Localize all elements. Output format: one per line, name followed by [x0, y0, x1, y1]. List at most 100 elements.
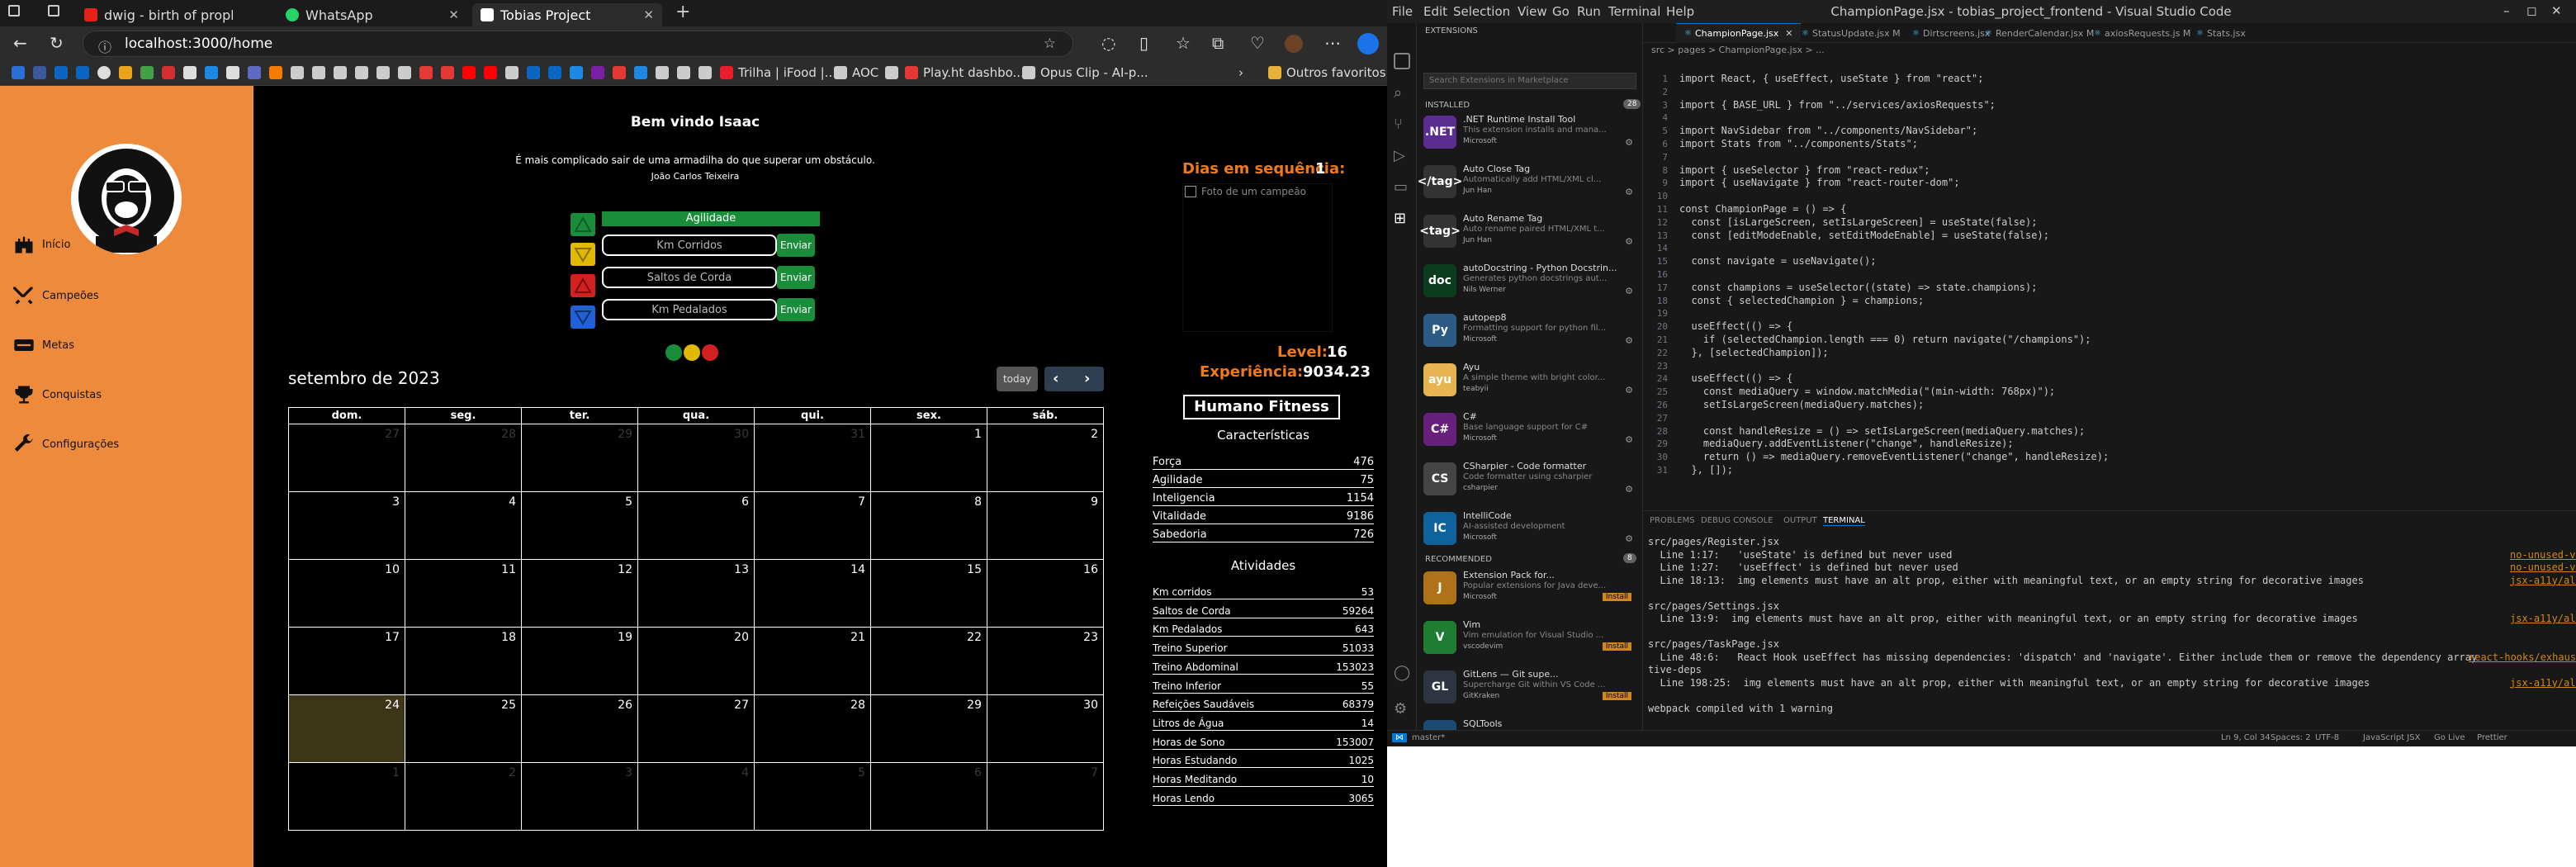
chevron-right-icon[interactable]: ›: [1238, 65, 1243, 80]
reload-icon[interactable]: ↻: [50, 33, 64, 53]
calendar-today-button[interactable]: today: [997, 367, 1038, 391]
extension-item[interactable]: ayu Ayu A simple theme with bright color..…: [1423, 362, 1636, 410]
bookmark-icon[interactable]: [398, 66, 411, 79]
bookmark-icon[interactable]: [505, 66, 519, 79]
bookmark-icon[interactable]: [613, 66, 626, 79]
source-control-icon[interactable]: ⑂: [1394, 116, 1403, 133]
bookmark-icon[interactable]: [140, 66, 154, 79]
calendar-day-cell[interactable]: 23: [987, 627, 1104, 695]
calendar-day-cell[interactable]: 6: [870, 762, 987, 831]
workspaces-icon[interactable]: [48, 5, 59, 17]
calendar-day-cell[interactable]: 17: [288, 627, 405, 695]
calendar-day-cell[interactable]: 28: [405, 424, 522, 492]
calendar-day-cell[interactable]: 10: [288, 559, 405, 628]
gear-icon[interactable]: ⚙: [1625, 236, 1633, 247]
menu-go[interactable]: Go: [1552, 4, 1570, 19]
close-tab-icon[interactable]: ✕: [1785, 28, 1792, 39]
address-bar[interactable]: ⓘ localhost:3000/home ☆: [83, 31, 1073, 57]
favorite-icon[interactable]: ☆: [1044, 36, 1056, 52]
sidebar-item-achievements[interactable]: Conquistas: [12, 383, 102, 406]
extensions-icon[interactable]: ⊞: [1394, 210, 1406, 227]
calendar-day-cell[interactable]: 24: [288, 694, 405, 763]
bookmark-icon[interactable]: [33, 66, 46, 79]
gear-icon[interactable]: ⚙: [1625, 187, 1633, 197]
panel-tab-problems[interactable]: PROBLEMS: [1650, 516, 1695, 525]
tab-actions-icon[interactable]: [8, 5, 20, 17]
close-tab-icon[interactable]: ✕: [643, 7, 654, 22]
browser-essentials-icon[interactable]: ♡: [1250, 33, 1265, 53]
bookmark-icon[interactable]: [570, 66, 583, 79]
linkedin-icon[interactable]: [527, 66, 540, 79]
calendar-day-cell[interactable]: 27: [637, 694, 755, 763]
yellow-status-dot[interactable]: [684, 344, 700, 361]
explorer-icon[interactable]: [1394, 53, 1410, 69]
bookmark-icon[interactable]: [656, 66, 669, 79]
back-icon[interactable]: ←: [13, 33, 27, 53]
calendar-day-cell[interactable]: 4: [637, 762, 755, 831]
browser-tab-1[interactable]: dwig - birth of prophet: [76, 3, 233, 26]
gear-icon[interactable]: ⚙: [1625, 335, 1633, 346]
linkedin-icon[interactable]: [548, 66, 561, 79]
menu-terminal[interactable]: Terminal: [1608, 4, 1660, 19]
search-icon[interactable]: ⌕: [1394, 84, 1402, 102]
youtube-icon[interactable]: [484, 66, 497, 79]
send-km-run-button[interactable]: Enviar: [777, 234, 815, 257]
chevron-left-icon[interactable]: ‹: [1053, 370, 1058, 387]
calendar-day-cell[interactable]: 9: [987, 491, 1104, 560]
red-status-dot[interactable]: [702, 344, 718, 361]
extension-item[interactable]: </tag> Auto Close Tag Automatically add HT…: [1418, 163, 1636, 211]
minimize-icon[interactable]: –: [2503, 3, 2510, 18]
gear-icon[interactable]: ⚙: [1625, 484, 1633, 495]
send-km-cycled-button[interactable]: Enviar: [777, 298, 815, 321]
extension-item[interactable]: Py autopep8 Formatting support for python …: [1423, 312, 1636, 360]
chevron-right-icon[interactable]: ›: [1084, 370, 1090, 387]
calendar-day-cell[interactable]: 1: [870, 424, 987, 492]
calendar-day-cell[interactable]: 26: [521, 694, 638, 763]
calendar-day-cell[interactable]: 3: [521, 762, 638, 831]
extensions-icon[interactable]: ◌: [1101, 33, 1115, 53]
github-icon[interactable]: [97, 66, 111, 79]
bookmark-ifood[interactable]: Trilha | iFood |...: [738, 65, 836, 80]
calendar-day-cell[interactable]: 7: [987, 762, 1104, 831]
calendar-day-cell[interactable]: 2: [405, 762, 522, 831]
gear-icon[interactable]: ⚙: [1625, 434, 1633, 445]
extension-item[interactable]: V Vim Vim emulation for Visual Studio ... v…: [1423, 619, 1636, 667]
editor-tab[interactable]: ⚛ ChampionPage.jsx ✕: [1676, 23, 1802, 43]
lint-rule-link[interactable]: no-unused-vars: [2510, 549, 2576, 561]
extension-item[interactable]: .NET .NET Runtime Install Tool This extens…: [1423, 114, 1636, 162]
calendar-day-cell[interactable]: 6: [637, 491, 755, 560]
panel-tab-terminal[interactable]: TERMINAL: [1823, 516, 1865, 526]
calendar-day-cell[interactable]: 11: [405, 559, 522, 628]
menu-selection[interactable]: Selection: [1453, 4, 1510, 19]
go-live-button[interactable]: Go Live: [2434, 733, 2465, 742]
calendar-day-cell[interactable]: 30: [987, 694, 1104, 763]
remote-explorer-icon[interactable]: ▭: [1394, 178, 1408, 196]
run-debug-icon[interactable]: ▷: [1394, 147, 1405, 164]
bookmark-other-favorites[interactable]: Outros favoritos: [1286, 65, 1386, 80]
more-icon[interactable]: ⋯: [1324, 33, 1341, 53]
favorites-icon[interactable]: ☆: [1176, 33, 1191, 53]
gear-icon[interactable]: ⚙: [1625, 286, 1633, 296]
agility-skill-button[interactable]: [571, 213, 595, 236]
calendar-day-cell[interactable]: 20: [637, 627, 755, 695]
install-button[interactable]: Install: [1602, 593, 1631, 601]
cursor-position[interactable]: Ln 9, Col 34: [2221, 733, 2271, 742]
calendar-day-cell[interactable]: 19: [521, 627, 638, 695]
recommended-section-header[interactable]: RECOMMENDED: [1425, 555, 1492, 564]
bookmark-playht[interactable]: Play.ht dashbo...: [923, 65, 1025, 80]
indent-spaces[interactable]: Spaces: 2: [2271, 733, 2311, 742]
bookmark-icon[interactable]: [291, 66, 304, 79]
calendar-day-cell[interactable]: 14: [754, 559, 871, 628]
file-encoding[interactable]: UTF-8: [2315, 733, 2339, 742]
extension-item[interactable]: J Extension Pack for... Popular extensions…: [1423, 570, 1636, 618]
bookmark-icon[interactable]: [441, 66, 454, 79]
breadcrumb[interactable]: src > pages > ChampionPage.jsx > ...: [1651, 45, 1825, 55]
linkedin-icon[interactable]: [76, 66, 89, 79]
close-tab-icon[interactable]: ✕: [448, 7, 459, 22]
bookmark-icon[interactable]: [12, 66, 25, 79]
browser-tab-2[interactable]: WhatsApp ✕: [277, 3, 467, 26]
yellow-skill-button[interactable]: [571, 243, 595, 266]
install-button[interactable]: Install: [1602, 692, 1631, 700]
lint-rule-link[interactable]: no-unused-vars: [2510, 561, 2576, 573]
bookmark-icon[interactable]: [248, 66, 261, 79]
